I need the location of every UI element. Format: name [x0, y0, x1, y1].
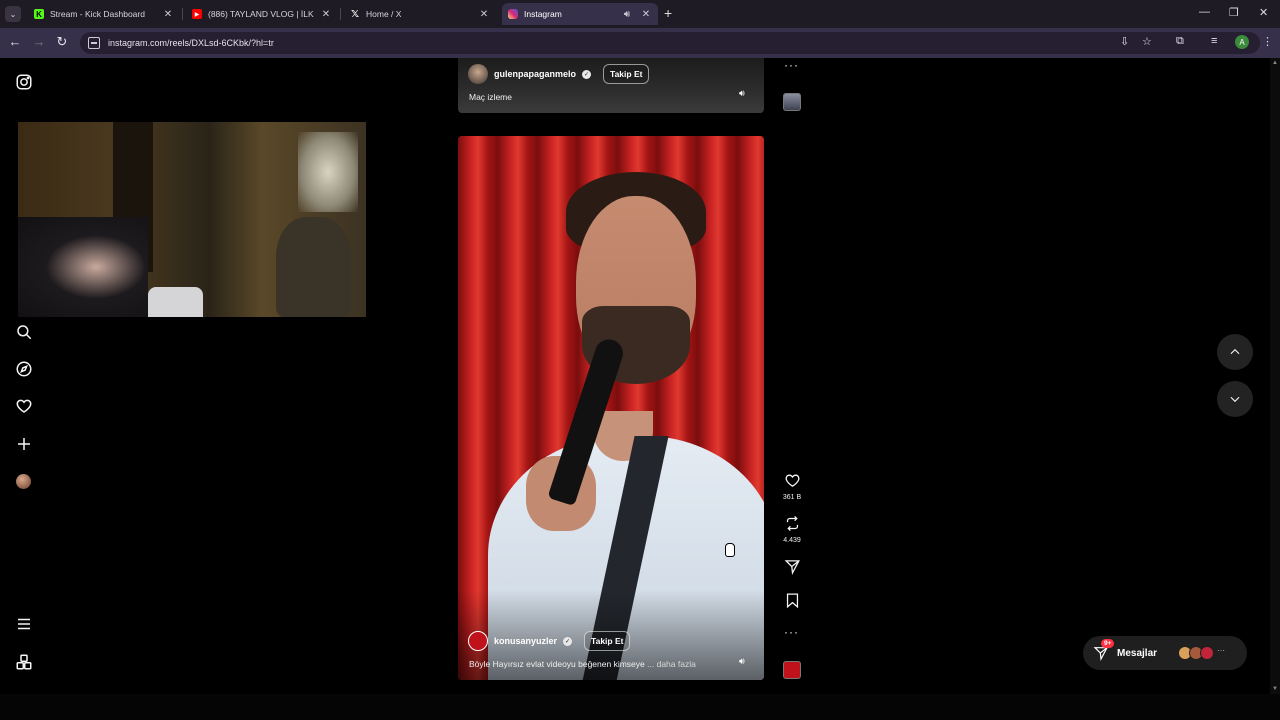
messages-label: Mesajlar: [1117, 647, 1158, 659]
instagram-logo-icon[interactable]: [14, 72, 34, 92]
restore-icon[interactable]: ❐: [1229, 6, 1239, 19]
forward-icon[interactable]: →: [30, 34, 48, 49]
save-button[interactable]: [782, 592, 802, 609]
browser-menu-icon[interactable]: ⋮: [1262, 35, 1273, 48]
heart-icon: [785, 474, 799, 487]
taskbar-strip: [0, 694, 1280, 720]
explore-icon[interactable]: [14, 359, 34, 379]
send-icon: 9+: [1093, 639, 1115, 662]
extensions-icon[interactable]: ⧉: [1176, 35, 1184, 48]
reel-user-avatar[interactable]: [468, 631, 488, 651]
webcam-teddy-bear: [276, 217, 351, 317]
send-icon: [784, 560, 800, 575]
tab-title: Instagram: [524, 9, 562, 19]
mouse-cursor: [725, 543, 735, 557]
repost-icon: [786, 515, 798, 532]
volume-icon[interactable]: 🔊︎: [739, 656, 745, 667]
browser-toolbar: ← → ↻ instagram.com/reels/DXLsd-6CKbk/?h…: [0, 28, 1280, 58]
browser-tab-bar: ⌄ K Stream - Kick Dashboard ✕ ▶ (886) TA…: [0, 0, 1280, 28]
chevron-down-icon: [1230, 396, 1240, 403]
back-icon[interactable]: ←: [6, 34, 24, 49]
menu-icon[interactable]: [14, 614, 34, 634]
webcam-chair: [148, 287, 203, 317]
kick-icon: K: [34, 9, 44, 19]
bookmark-star-icon[interactable]: ☆: [1142, 35, 1152, 48]
tab-kick-dashboard[interactable]: K Stream - Kick Dashboard ✕: [28, 3, 180, 25]
profile-avatar[interactable]: A: [1235, 35, 1249, 49]
audio-thumbnail[interactable]: [783, 661, 801, 679]
avatar: [1200, 646, 1215, 660]
reel-card-current[interactable]: konusanyuzler ✓ Takip Et Böyle Hayırsız …: [458, 136, 764, 680]
reel-caption-text: Böyle Hayırsız evlat videoyu beğenen kim…: [469, 659, 645, 669]
recent-chat-avatars: ···: [1178, 646, 1226, 660]
webcam-overlay: [18, 122, 366, 317]
chevron-up-icon: [1230, 348, 1240, 355]
audio-thumbnail[interactable]: [783, 93, 801, 111]
reel-header: konusanyuzler ✓ Takip Et: [468, 631, 631, 651]
repost-count: 4.439: [783, 537, 801, 544]
reel-username[interactable]: gulenpapaganmelo: [494, 69, 576, 79]
more-options-icon[interactable]: ···: [784, 58, 799, 72]
profile-avatar[interactable]: [16, 474, 31, 489]
url-text[interactable]: instagram.com/reels/DXLsd-6CKbk/?hl=tr: [108, 38, 274, 48]
youtube-icon: ▶: [192, 9, 202, 19]
scroll-up-icon[interactable]: ▲: [1272, 60, 1278, 66]
close-icon[interactable]: ✕: [320, 9, 332, 20]
address-bar[interactable]: instagram.com/reels/DXLsd-6CKbk/?hl=tr: [80, 32, 1260, 54]
close-window-icon[interactable]: ✕: [1259, 6, 1268, 19]
messages-button[interactable]: 9+ Mesajlar ···: [1083, 636, 1247, 670]
speaker-icon[interactable]: 🔊︎: [620, 9, 634, 20]
webcam-background: [298, 132, 358, 212]
webcam-person: [18, 217, 148, 317]
reel-user-avatar[interactable]: [468, 64, 488, 84]
reel-caption[interactable]: Maç izleme: [469, 92, 512, 102]
repost-button[interactable]: 4.439: [782, 515, 802, 544]
next-reel-button[interactable]: [1217, 381, 1253, 417]
page-scrollbar[interactable]: ▲ ▼: [1270, 58, 1280, 694]
search-icon[interactable]: [14, 322, 34, 342]
install-app-icon[interactable]: ⇩: [1120, 35, 1129, 48]
volume-icon[interactable]: 🔊︎: [739, 88, 745, 99]
scroll-down-icon[interactable]: ▼: [1272, 686, 1278, 692]
follow-button[interactable]: Takip Et: [603, 64, 650, 84]
reel-header: gulenpapaganmelo ✓ Takip Et: [468, 64, 650, 84]
caption-more-link[interactable]: ... daha fazla: [647, 659, 696, 669]
heart-icon[interactable]: [14, 396, 34, 416]
tab-instagram[interactable]: Instagram 🔊︎ ✕: [502, 3, 658, 25]
instagram-icon: [508, 9, 518, 19]
verified-badge-icon: ✓: [582, 69, 592, 79]
unread-badge: 9+: [1101, 639, 1115, 648]
x-icon: 𝕏: [350, 8, 360, 20]
close-icon[interactable]: ✕: [640, 9, 652, 20]
tab-youtube-video[interactable]: ▶ (886) TAYLAND VLOG | İLK GÜN ✕: [186, 3, 338, 25]
site-info-icon[interactable]: [88, 37, 100, 49]
more-icon: ···: [1217, 646, 1226, 655]
follow-button[interactable]: Takip Et: [584, 631, 631, 651]
tab-title: (886) TAYLAND VLOG | İLK GÜN: [208, 9, 314, 19]
media-control-icon[interactable]: ≡: [1211, 35, 1217, 47]
like-count: 361 B: [782, 494, 802, 501]
close-icon[interactable]: ✕: [478, 9, 490, 20]
verified-badge-icon: ✓: [563, 636, 573, 646]
minimize-icon[interactable]: —: [1199, 6, 1210, 18]
reel-card-previous[interactable]: gulenpapaganmelo ✓ Takip Et Maç izleme 🔊…: [458, 58, 764, 113]
tab-title: Home / X: [366, 9, 402, 19]
tab-separator: [340, 8, 341, 20]
tab-separator: [182, 8, 183, 20]
close-icon[interactable]: ✕: [162, 9, 174, 20]
reel-caption[interactable]: Böyle Hayırsız evlat videoyu beğenen kim…: [469, 659, 696, 669]
share-button[interactable]: [782, 558, 802, 575]
tab-title: Stream - Kick Dashboard: [50, 9, 145, 19]
more-apps-icon[interactable]: [14, 652, 34, 672]
like-button[interactable]: 361 B: [782, 472, 802, 501]
bookmark-icon: [786, 593, 798, 609]
reload-icon[interactable]: ↻: [53, 34, 71, 50]
create-icon[interactable]: [14, 434, 34, 454]
more-options-icon[interactable]: ···: [784, 625, 799, 639]
reel-username[interactable]: konusanyuzler: [494, 636, 557, 646]
tab-x-home[interactable]: 𝕏 Home / X ✕: [344, 3, 496, 25]
new-tab-button[interactable]: +: [664, 5, 672, 21]
previous-reel-button[interactable]: [1217, 334, 1253, 370]
tab-search-icon[interactable]: ⌄: [5, 6, 21, 22]
